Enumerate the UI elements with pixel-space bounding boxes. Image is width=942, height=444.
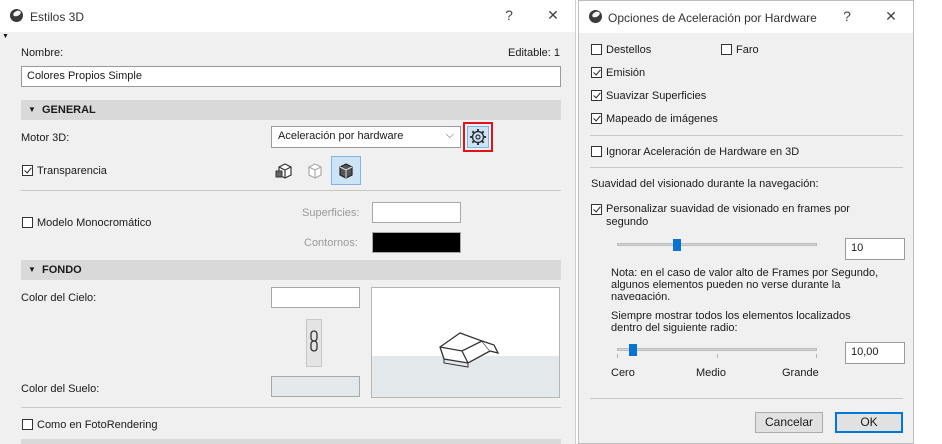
note-line2: algunos elementos pueden no verse durant… bbox=[611, 279, 841, 291]
app-logo-icon bbox=[589, 10, 602, 23]
transparency-checkbox[interactable] bbox=[22, 165, 33, 176]
help-button[interactable]: ? bbox=[835, 8, 859, 24]
link-colors-toggle[interactable] bbox=[306, 319, 322, 367]
slider-tick bbox=[617, 354, 618, 358]
radius-slider-thumb[interactable] bbox=[629, 344, 637, 356]
monochrome-label: Modelo Monocromático bbox=[37, 217, 152, 229]
collapse-triangle-icon: ▼ bbox=[28, 265, 36, 274]
fps-input[interactable]: 10 bbox=[845, 238, 905, 260]
radius-input[interactable]: 10,00 bbox=[845, 342, 905, 364]
divider bbox=[21, 190, 561, 191]
faro-checkbox[interactable] bbox=[721, 44, 732, 55]
name-label: Nombre: bbox=[21, 47, 64, 59]
note-line1: Nota: en el caso de valor alto de Frames… bbox=[611, 267, 879, 279]
contours-color-swatch[interactable] bbox=[372, 232, 461, 253]
ground-color-swatch[interactable] bbox=[271, 376, 360, 397]
titlebar: Opciones de Aceleración por Hardware ? ✕ bbox=[579, 1, 913, 33]
gear-icon bbox=[470, 129, 486, 145]
suavizar-checkbox[interactable] bbox=[591, 90, 602, 101]
shaded-box-icon bbox=[275, 163, 292, 179]
app-logo-icon bbox=[10, 9, 23, 22]
general-section-header[interactable]: ▼ GENERAL bbox=[21, 100, 561, 120]
personalizar-label-line1: Personalizar suavidad de visionado en fr… bbox=[606, 203, 850, 215]
wire-box-icon bbox=[308, 163, 322, 179]
photorender-checkbox[interactable] bbox=[22, 419, 33, 430]
photorender-label: Como en FotoRendering bbox=[37, 419, 158, 431]
mapeado-checkbox[interactable] bbox=[591, 113, 602, 124]
scale-low-label: Cero bbox=[611, 367, 635, 379]
next-section-header[interactable] bbox=[21, 439, 561, 444]
ok-button[interactable]: OK bbox=[835, 412, 903, 433]
collapse-triangle-icon: ▼ bbox=[28, 105, 36, 114]
surfaces-label: Superficies: bbox=[302, 207, 360, 219]
emision-label: Emisión bbox=[606, 67, 646, 79]
siempre-line1: Siempre mostrar todos los elementos loca… bbox=[611, 310, 851, 322]
window-title: Estilos 3D bbox=[30, 10, 85, 24]
destellos-checkbox[interactable] bbox=[591, 44, 602, 55]
divider bbox=[590, 135, 903, 136]
chain-link-icon bbox=[310, 330, 318, 352]
faro-label: Faro bbox=[736, 44, 759, 56]
fondo-section-header[interactable]: ▼ FONDO bbox=[21, 260, 561, 280]
personalizar-checkbox[interactable] bbox=[591, 204, 602, 215]
name-input[interactable]: Colores Propios Simple bbox=[21, 66, 561, 87]
divider bbox=[21, 407, 561, 408]
window-title: Opciones de Aceleración por Hardware bbox=[608, 11, 817, 25]
estilos-3d-dialog: Estilos 3D ? ✕ ▼ Nombre: Editable: 1 Col… bbox=[0, 0, 576, 444]
sky-color-swatch[interactable] bbox=[271, 287, 360, 308]
ignorar-checkbox[interactable] bbox=[591, 146, 602, 157]
editable-count: Editable: 1 bbox=[508, 47, 560, 59]
sky-color-label: Color del Cielo: bbox=[21, 292, 97, 304]
preview-house-shape bbox=[439, 332, 500, 368]
slider-tick bbox=[717, 354, 718, 358]
close-button[interactable]: ✕ bbox=[541, 7, 565, 24]
fps-slider-thumb[interactable] bbox=[673, 239, 681, 251]
style-wireframe-button[interactable] bbox=[301, 157, 329, 185]
mapeado-label: Mapeado de imágenes bbox=[606, 113, 718, 125]
style-shaded-button[interactable] bbox=[271, 157, 299, 185]
divider bbox=[590, 167, 903, 168]
engine-settings-button[interactable] bbox=[467, 126, 489, 148]
engine-label: Motor 3D: bbox=[21, 132, 70, 144]
divider bbox=[590, 398, 903, 399]
scale-mid-label: Medio bbox=[696, 367, 726, 379]
ignorar-label: Ignorar Aceleración de Hardware en 3D bbox=[606, 146, 800, 158]
close-button[interactable]: ✕ bbox=[879, 8, 903, 25]
titlebar: Estilos 3D ? ✕ bbox=[0, 0, 575, 32]
hardware-acceleration-dialog: Opciones de Aceleración por Hardware ? ✕… bbox=[578, 0, 914, 444]
emision-checkbox[interactable] bbox=[591, 67, 602, 78]
ground-color-label: Color del Suelo: bbox=[21, 383, 100, 395]
cancel-button[interactable]: Cancelar bbox=[755, 412, 823, 433]
slider-tick bbox=[816, 354, 817, 358]
engine-select[interactable]: Aceleración por hardware ⌵ bbox=[271, 126, 461, 148]
note-line3: navegación. bbox=[611, 291, 671, 300]
suavidad-heading: Suavidad del visionado durante la navega… bbox=[591, 178, 819, 190]
destellos-label: Destellos bbox=[606, 44, 652, 56]
scale-high-label: Grande bbox=[782, 367, 819, 379]
monochrome-checkbox[interactable] bbox=[22, 217, 33, 228]
personalizar-label-line2: segundo bbox=[606, 216, 649, 228]
contours-label: Contornos: bbox=[304, 237, 358, 249]
resize-marker-icon: ▼ bbox=[2, 33, 9, 40]
siempre-line2: dentro del siguiente radio: bbox=[611, 322, 738, 334]
solid-box-icon bbox=[339, 163, 353, 179]
chevron-down-icon: ⌵ bbox=[445, 129, 454, 141]
fps-slider-track[interactable] bbox=[617, 243, 817, 246]
suavizar-label: Suavizar Superficies bbox=[606, 90, 707, 102]
help-button[interactable]: ? bbox=[497, 7, 521, 23]
surfaces-color-swatch[interactable] bbox=[372, 202, 461, 223]
radius-slider-track[interactable] bbox=[617, 348, 817, 351]
style-solid-button[interactable] bbox=[331, 156, 361, 185]
background-preview bbox=[371, 287, 560, 398]
transparency-label: Transparencia bbox=[37, 165, 107, 177]
